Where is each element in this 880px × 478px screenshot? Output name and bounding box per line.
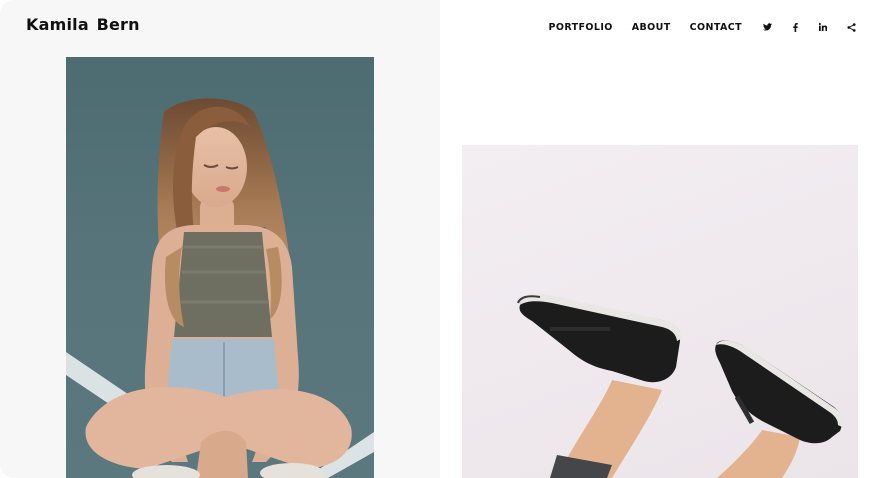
linkedin-icon[interactable] [818,20,828,34]
site-logo[interactable]: Kamila Bern [26,15,140,34]
black-sneakers-photo[interactable] [462,145,858,478]
girl-sitting-on-court-photo[interactable] [66,57,374,478]
nav-portfolio[interactable]: PORTFOLIO [549,22,613,33]
nav-about[interactable]: ABOUT [632,22,671,33]
sneakers-photo-illustration [517,294,843,478]
main-nav: PORTFOLIO ABOUT CONTACT [549,20,856,34]
girl-photo-illustration [66,98,374,478]
facebook-icon[interactable] [790,20,800,34]
nav-contact[interactable]: CONTACT [690,22,742,33]
share-icon[interactable] [846,20,856,34]
twitter-icon[interactable] [762,20,772,34]
